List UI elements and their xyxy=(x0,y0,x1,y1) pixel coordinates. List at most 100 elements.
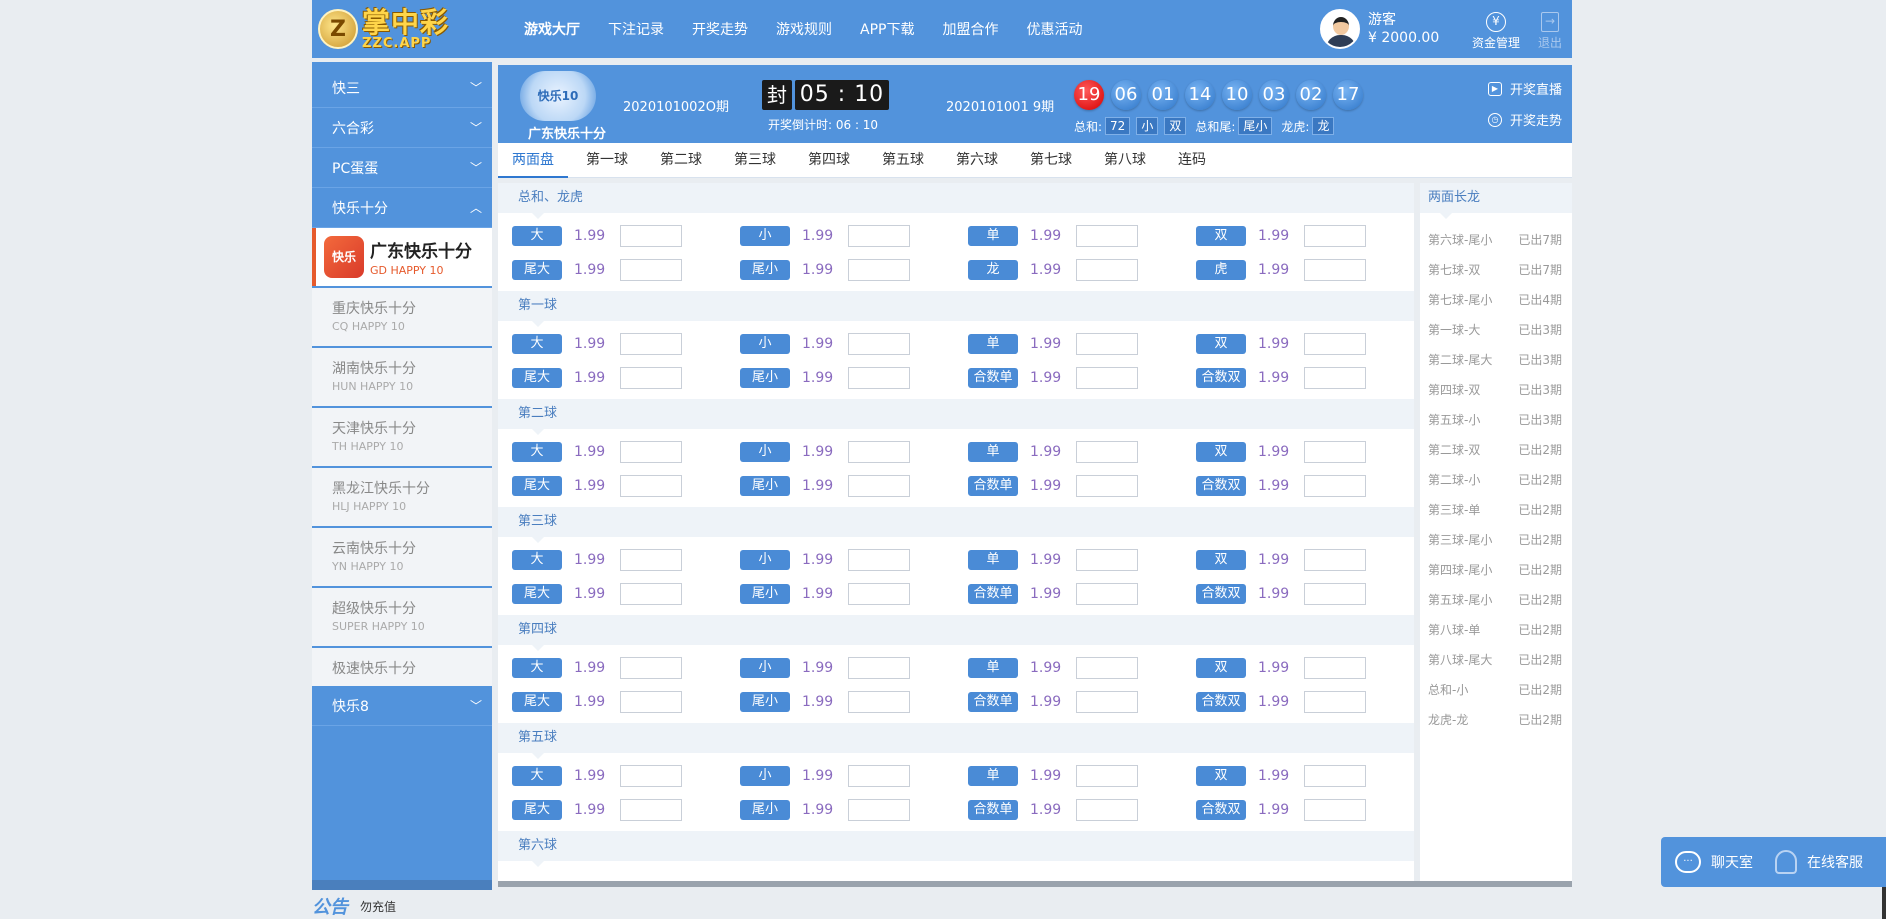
bet-amount-input[interactable] xyxy=(848,441,910,463)
nav-game-rules[interactable]: 游戏规则 xyxy=(776,19,832,39)
bet-amount-input[interactable] xyxy=(620,765,682,787)
bet-option-label[interactable]: 双 xyxy=(1196,334,1246,354)
bet-amount-input[interactable] xyxy=(620,475,682,497)
bet-option-label[interactable]: 小 xyxy=(740,550,790,570)
bet-amount-input[interactable] xyxy=(620,333,682,355)
bet-option-label[interactable]: 单 xyxy=(968,442,1018,462)
bet-amount-input[interactable] xyxy=(1076,225,1138,247)
bet-option-label[interactable]: 单 xyxy=(968,334,1018,354)
sidebar-item-speed-happy10[interactable]: 极速快乐十分 xyxy=(312,648,492,686)
bet-option-label[interactable]: 大 xyxy=(512,226,562,246)
bet-option-label[interactable]: 合数单 xyxy=(968,368,1018,388)
bet-amount-input[interactable] xyxy=(1304,259,1366,281)
bet-option-label[interactable]: 单 xyxy=(968,550,1018,570)
bet-option-label[interactable]: 双 xyxy=(1196,226,1246,246)
tab-two-sides[interactable]: 两面盘 xyxy=(498,143,568,178)
bet-amount-input[interactable] xyxy=(1076,259,1138,281)
site-logo[interactable]: Z 掌中彩 ZZC.APP xyxy=(318,6,488,52)
bet-amount-input[interactable] xyxy=(620,549,682,571)
bet-amount-input[interactable] xyxy=(848,765,910,787)
sidebar-category-lhc[interactable]: 六合彩 ﹀ xyxy=(312,108,492,148)
bet-amount-input[interactable] xyxy=(848,549,910,571)
bet-option-label[interactable]: 大 xyxy=(512,766,562,786)
bet-option-label[interactable]: 小 xyxy=(740,334,790,354)
bet-amount-input[interactable] xyxy=(620,367,682,389)
bet-option-label[interactable]: 尾小 xyxy=(740,584,790,604)
bet-option-label[interactable]: 小 xyxy=(740,442,790,462)
online-service-button[interactable]: 在线客服 xyxy=(1775,850,1863,874)
bet-option-label[interactable]: 合数单 xyxy=(968,800,1018,820)
chat-room-button[interactable]: ··· 聊天室 xyxy=(1675,851,1753,873)
tab-ball-2[interactable]: 第二球 xyxy=(646,143,716,178)
bet-amount-input[interactable] xyxy=(848,225,910,247)
tab-ball-6[interactable]: 第六球 xyxy=(942,143,1012,178)
sidebar-category-klsf[interactable]: 快乐十分 ︿ xyxy=(312,188,492,228)
bet-option-label[interactable]: 单 xyxy=(968,766,1018,786)
bet-option-label[interactable]: 尾小 xyxy=(740,260,790,280)
tab-ball-8[interactable]: 第八球 xyxy=(1090,143,1160,178)
bet-amount-input[interactable] xyxy=(1076,367,1138,389)
bet-amount-input[interactable] xyxy=(1304,475,1366,497)
sidebar-category-kl8[interactable]: 快乐8 ﹀ xyxy=(312,686,492,726)
bet-option-label[interactable]: 尾小 xyxy=(740,476,790,496)
bet-option-label[interactable]: 单 xyxy=(968,226,1018,246)
nav-game-hall[interactable]: 游戏大厅 xyxy=(524,19,580,39)
bet-amount-input[interactable] xyxy=(1076,583,1138,605)
bet-option-label[interactable]: 尾大 xyxy=(512,476,562,496)
bet-option-label[interactable]: 尾大 xyxy=(512,368,562,388)
bet-option-label[interactable]: 双 xyxy=(1196,442,1246,462)
bet-amount-input[interactable] xyxy=(848,259,910,281)
bet-option-label[interactable]: 单 xyxy=(968,658,1018,678)
bet-option-label[interactable]: 尾大 xyxy=(512,260,562,280)
bet-option-label[interactable]: 尾小 xyxy=(740,692,790,712)
bet-option-label[interactable]: 合数双 xyxy=(1196,584,1246,604)
bet-amount-input[interactable] xyxy=(848,367,910,389)
sidebar-item-cq-happy10[interactable]: 重庆快乐十分 CQ HAPPY 10 xyxy=(312,288,492,346)
bet-amount-input[interactable] xyxy=(1076,765,1138,787)
bet-amount-input[interactable] xyxy=(1076,657,1138,679)
bet-amount-input[interactable] xyxy=(848,475,910,497)
bet-amount-input[interactable] xyxy=(620,691,682,713)
nav-draw-trends[interactable]: 开奖走势 xyxy=(692,19,748,39)
bet-option-label[interactable]: 小 xyxy=(740,658,790,678)
bet-amount-input[interactable] xyxy=(1304,367,1366,389)
bet-amount-input[interactable] xyxy=(1076,333,1138,355)
bet-amount-input[interactable] xyxy=(1304,441,1366,463)
bet-amount-input[interactable] xyxy=(848,333,910,355)
nav-promotions[interactable]: 优惠活动 xyxy=(1026,19,1082,39)
bet-option-label[interactable]: 双 xyxy=(1196,550,1246,570)
announcement-text[interactable]: 勿充值 xyxy=(360,898,396,915)
bet-option-label[interactable]: 虎 xyxy=(1196,260,1246,280)
bet-option-label[interactable]: 尾大 xyxy=(512,584,562,604)
bet-option-label[interactable]: 合数双 xyxy=(1196,368,1246,388)
bet-amount-input[interactable] xyxy=(620,799,682,821)
bet-amount-input[interactable] xyxy=(848,691,910,713)
sidebar-item-super-happy10[interactable]: 超级快乐十分 SUPER HAPPY 10 xyxy=(312,588,492,646)
bet-option-label[interactable]: 小 xyxy=(740,226,790,246)
sidebar-item-hun-happy10[interactable]: 湖南快乐十分 HUN HAPPY 10 xyxy=(312,348,492,406)
funds-management-button[interactable]: ¥ 资金管理 xyxy=(1468,12,1524,51)
live-draw-link[interactable]: ▶ 开奖直播 xyxy=(1487,79,1562,98)
tab-ball-3[interactable]: 第三球 xyxy=(720,143,790,178)
nav-bet-records[interactable]: 下注记录 xyxy=(608,19,664,39)
bet-option-label[interactable]: 尾小 xyxy=(740,368,790,388)
bet-amount-input[interactable] xyxy=(620,583,682,605)
bet-option-label[interactable]: 合数单 xyxy=(968,584,1018,604)
bet-option-label[interactable]: 合数双 xyxy=(1196,692,1246,712)
bet-amount-input[interactable] xyxy=(1076,691,1138,713)
bet-option-label[interactable]: 合数双 xyxy=(1196,800,1246,820)
bet-amount-input[interactable] xyxy=(1304,799,1366,821)
logout-button[interactable]: → 退出 xyxy=(1530,12,1570,51)
bet-option-label[interactable]: 合数双 xyxy=(1196,476,1246,496)
tab-ball-5[interactable]: 第五球 xyxy=(868,143,938,178)
bet-amount-input[interactable] xyxy=(620,259,682,281)
nav-app-download[interactable]: APP下载 xyxy=(860,19,914,39)
bet-amount-input[interactable] xyxy=(848,583,910,605)
bet-amount-input[interactable] xyxy=(620,441,682,463)
sidebar-item-th-happy10[interactable]: 天津快乐十分 TH HAPPY 10 xyxy=(312,408,492,466)
bet-amount-input[interactable] xyxy=(1076,549,1138,571)
bet-option-label[interactable]: 尾大 xyxy=(512,692,562,712)
sidebar-item-gd-happy10[interactable]: 快乐 广东快乐十分 GD HAPPY 10 xyxy=(312,228,492,286)
sidebar-category-pcdd[interactable]: PC蛋蛋 ﹀ xyxy=(312,148,492,188)
bet-amount-input[interactable] xyxy=(1076,799,1138,821)
